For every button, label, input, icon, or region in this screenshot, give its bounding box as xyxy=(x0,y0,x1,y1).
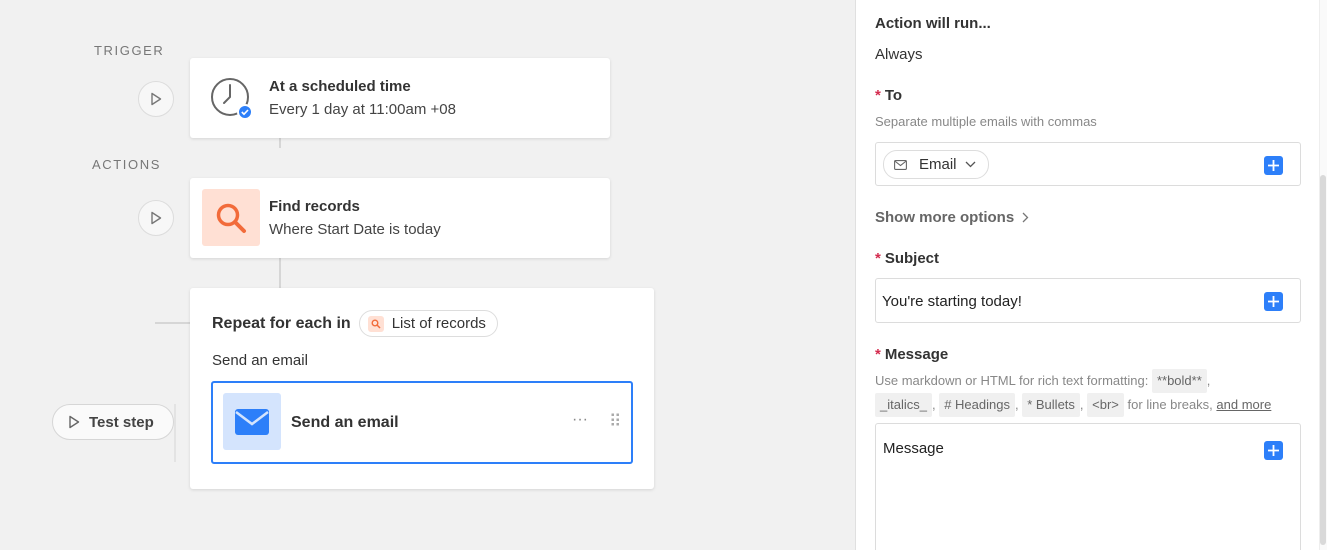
clock-icon xyxy=(210,77,253,120)
panel-scrollbar[interactable] xyxy=(1319,0,1327,550)
chevron-right-icon xyxy=(1022,212,1029,223)
trigger-subtitle: Every 1 day at 11:00am +08 xyxy=(269,101,456,118)
run-trigger-button[interactable] xyxy=(138,81,174,117)
envelope-icon xyxy=(894,159,907,170)
connector-line xyxy=(279,258,281,288)
envelope-icon xyxy=(223,393,281,450)
find-title: Find records xyxy=(269,198,360,215)
send-email-title: Send an email xyxy=(291,414,399,431)
to-field[interactable]: Email xyxy=(875,142,1301,186)
repeat-title: Repeat for each in xyxy=(212,314,351,332)
and-more-link[interactable]: and more xyxy=(1216,397,1271,412)
insert-token-button[interactable] xyxy=(1264,156,1283,175)
trigger-title: At a scheduled time xyxy=(269,78,411,95)
code-sample: # Headings xyxy=(939,393,1015,417)
message-value[interactable]: Message xyxy=(883,440,944,457)
play-icon xyxy=(69,415,80,429)
connector-line xyxy=(174,404,176,462)
subject-value[interactable]: You're starting today! xyxy=(882,293,1022,310)
list-chip-label: List of records xyxy=(391,315,486,332)
find-subtitle: Where Start Date is today xyxy=(269,221,441,238)
run-condition-label: Action will run... xyxy=(875,15,991,32)
list-of-records-chip[interactable]: List of records xyxy=(358,310,498,337)
chevron-down-icon xyxy=(965,161,975,168)
message-field-label: * Message xyxy=(875,346,949,363)
more-options-icon[interactable]: ··· xyxy=(572,411,588,429)
scrollbar-thumb[interactable] xyxy=(1320,175,1326,545)
message-field[interactable]: Message xyxy=(875,423,1301,550)
code-sample: * Bullets xyxy=(1022,393,1080,417)
message-help: Use markdown or HTML for rich text forma… xyxy=(875,369,1307,417)
find-records-card[interactable]: Find records Where Start Date is today xyxy=(190,178,610,258)
connector-line xyxy=(279,138,281,148)
run-find-button[interactable] xyxy=(138,200,174,236)
search-icon xyxy=(367,315,384,332)
to-field-label: * To xyxy=(875,87,903,104)
show-more-options-link[interactable]: Show more options xyxy=(875,209,1029,226)
repeat-step-label: Send an email xyxy=(212,352,308,369)
plus-icon xyxy=(1268,160,1279,171)
code-sample: _italics_ xyxy=(875,393,932,417)
subject-field-label: * Subject xyxy=(875,250,940,267)
code-sample: <br> xyxy=(1087,393,1124,417)
trigger-card[interactable]: At a scheduled time Every 1 day at 11:00… xyxy=(190,58,610,138)
action-config-panel: Action will run... Always * To Separate m… xyxy=(855,0,1327,550)
subject-field[interactable]: You're starting today! xyxy=(875,278,1301,323)
insert-token-button[interactable] xyxy=(1264,441,1283,460)
insert-token-button[interactable] xyxy=(1264,292,1283,311)
actions-section-label: ACTIONS xyxy=(92,157,161,172)
play-icon xyxy=(151,92,162,106)
to-field-help: Separate multiple emails with commas xyxy=(875,114,1097,129)
search-icon xyxy=(202,189,260,246)
email-chip-label: Email xyxy=(919,156,957,173)
email-chip[interactable]: Email xyxy=(883,150,989,179)
send-email-step[interactable]: Send an email ··· ⠿ xyxy=(211,381,633,464)
connector-line xyxy=(155,322,190,324)
run-condition-value[interactable]: Always xyxy=(875,46,923,63)
plus-icon xyxy=(1268,445,1279,456)
drag-handle-icon[interactable]: ⠿ xyxy=(609,412,621,432)
code-sample: **bold** xyxy=(1151,369,1207,393)
plus-icon xyxy=(1268,296,1279,307)
test-step-label: Test step xyxy=(89,413,154,431)
test-step-button[interactable]: Test step xyxy=(52,404,174,440)
repeat-group-card[interactable]: Repeat for each in List of records Send … xyxy=(190,288,654,489)
play-icon xyxy=(151,211,162,225)
trigger-section-label: TRIGGER xyxy=(94,43,165,58)
automation-canvas: TRIGGER ACTIONS At a scheduled time Ever… xyxy=(0,0,855,550)
